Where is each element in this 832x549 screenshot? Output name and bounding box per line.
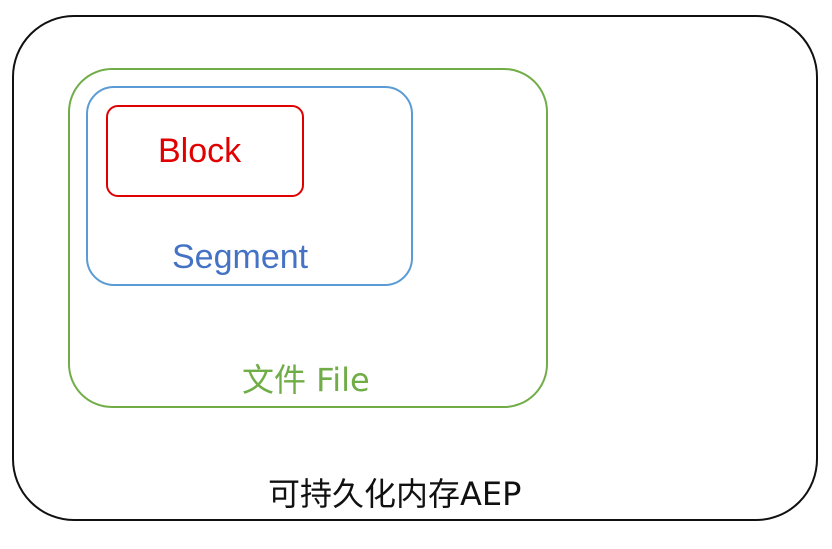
file-label: 文件 File [242,361,370,399]
aep-label: 可持久化内存AEP [268,475,522,513]
segment-label: Segment [172,238,309,276]
block-label: Block [158,132,242,170]
